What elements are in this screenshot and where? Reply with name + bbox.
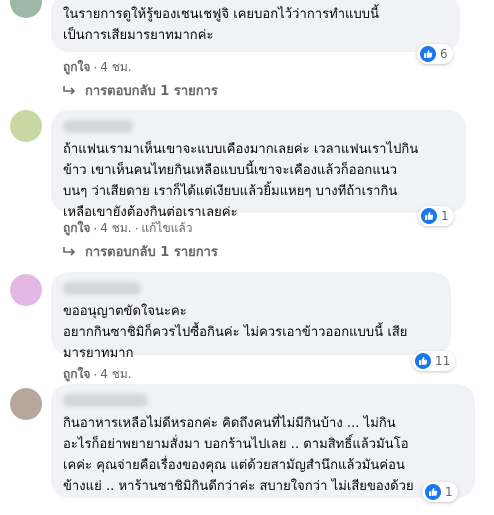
reaction-count: 11 xyxy=(435,354,451,368)
view-replies-link[interactable]: การตอบกลับ 1 รายการ xyxy=(63,80,218,101)
comment-text: ถ้าแฟนเรามาเห็นเขาจะแบบเคืองมากเลยค่ะ เว… xyxy=(63,142,419,220)
thumbs-up-icon xyxy=(425,484,441,500)
comment-bubble: ในรายการดูให้รู้ของเชนเชฟูจิ เคยบอกไว้ว่… xyxy=(51,0,460,52)
like-link[interactable]: ถูกใจ xyxy=(63,58,90,77)
comment-bubble: กินอาหารเหลือไม่ดีหรอกค่ะ คิดถึงคนที่ไม่… xyxy=(51,384,475,498)
comment-time[interactable]: 4 ชม. xyxy=(100,219,131,238)
avatar[interactable] xyxy=(10,0,42,18)
reply-arrow-icon xyxy=(63,85,76,95)
thumbs-up-icon xyxy=(420,46,436,62)
replies-label: การตอบกลับ 1 รายการ xyxy=(85,84,218,99)
like-link[interactable]: ถูกใจ xyxy=(63,365,90,384)
author-name-blurred[interactable] xyxy=(63,394,148,407)
separator: · xyxy=(134,221,139,236)
comment-meta: ถูกใจ · 4 ชม. xyxy=(63,58,132,77)
separator: · xyxy=(93,367,98,382)
separator: · xyxy=(93,60,98,75)
reaction-count: 1 xyxy=(445,485,453,499)
comment-text: กินอาหารเหลือไม่ดีหรอกค่ะ คิดถึงคนที่ไม่… xyxy=(63,416,414,494)
thumbs-up-icon xyxy=(415,353,431,369)
view-replies-link[interactable]: การตอบกลับ 1 รายการ xyxy=(63,241,218,262)
reply-arrow-icon xyxy=(63,246,76,256)
comment-time[interactable]: 4 ชม. xyxy=(100,58,131,77)
reaction-badge[interactable]: 11 xyxy=(412,351,456,371)
avatar[interactable] xyxy=(10,274,42,306)
reaction-count: 1 xyxy=(441,209,449,223)
reaction-badge[interactable]: 6 xyxy=(417,44,453,64)
comment-text: ในรายการดูให้รู้ของเชนเชฟูจิ เคยบอกไว้ว่… xyxy=(63,7,380,43)
edited-label[interactable]: แก้ไขแล้ว xyxy=(141,219,192,238)
comment-time[interactable]: 4 ชม. xyxy=(100,365,131,384)
author-name-blurred[interactable] xyxy=(63,282,141,295)
comment-bubble: ถ้าแฟนเรามาเห็นเขาจะแบบเคืองมากเลยค่ะ เว… xyxy=(51,110,466,220)
author-name-blurred[interactable] xyxy=(63,120,133,133)
replies-label: การตอบกลับ 1 รายการ xyxy=(85,245,218,260)
avatar[interactable] xyxy=(10,388,42,420)
avatar[interactable] xyxy=(10,110,42,142)
reaction-badge[interactable]: 1 xyxy=(422,482,458,502)
comment-meta: ถูกใจ · 4 ชม. xyxy=(63,365,132,384)
reaction-badge[interactable]: 1 xyxy=(418,206,454,226)
separator: · xyxy=(93,221,98,236)
thumbs-up-icon xyxy=(421,208,437,224)
comment-bubble: ขออนุญาตขัดใจนะคะ อยากกินซาชิมิก็ควรไปซื… xyxy=(51,272,451,361)
comment-text: ขออนุญาตขัดใจนะคะ อยากกินซาชิมิก็ควรไปซื… xyxy=(63,304,408,361)
comment-meta: ถูกใจ · 4 ชม. · แก้ไขแล้ว xyxy=(63,219,192,238)
reaction-count: 6 xyxy=(440,47,448,61)
like-link[interactable]: ถูกใจ xyxy=(63,219,90,238)
